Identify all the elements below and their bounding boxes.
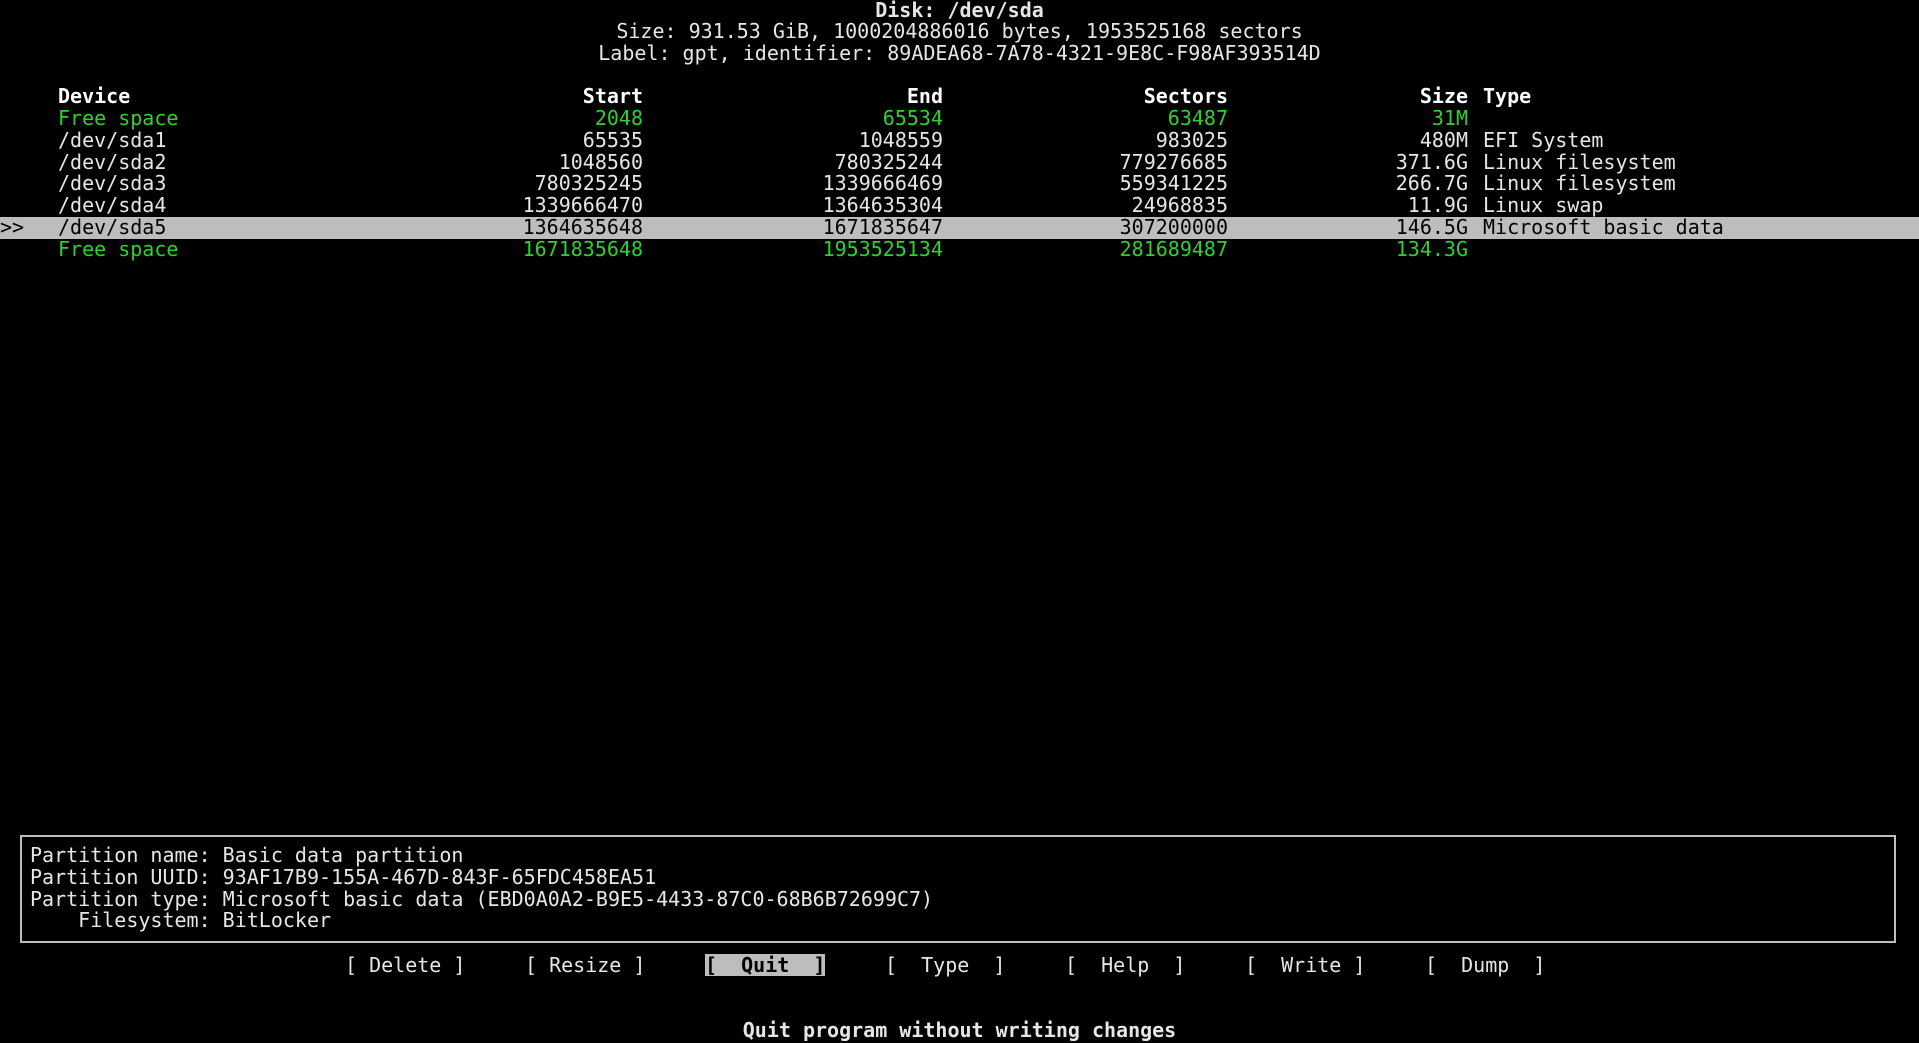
row-start: 1364635648: [522, 215, 643, 239]
partition-row-free-space-2[interactable]: Free space 1671835648 1953525134 2816894…: [0, 237, 1919, 261]
partition-filesystem: Filesystem: BitLocker: [30, 908, 332, 932]
row-type: Linux swap: [1483, 193, 1604, 217]
row-size: 11.9G: [1407, 193, 1468, 217]
disk-size-info: Size: 931.53 GiB, 1000204886016 bytes, 1…: [616, 19, 1303, 43]
row-sectors: 307200000: [1119, 215, 1228, 239]
table-header: Device Start End Sectors Size Type: [0, 84, 1919, 108]
row-size: 146.5G: [1395, 215, 1468, 239]
row-start: 780325245: [534, 171, 643, 195]
selection-cursor: >>: [0, 215, 25, 239]
row-size: 31M: [1431, 106, 1468, 130]
disk-label-info: Label: gpt, identifier: 89ADEA68-7A78-43…: [598, 41, 1321, 65]
row-start: 1339666470: [522, 193, 643, 217]
type-button[interactable]: [ Type ]: [885, 954, 1005, 976]
row-sectors: 24968835: [1131, 193, 1228, 217]
partition-uuid: Partition UUID: 93AF17B9-155A-467D-843F-…: [30, 865, 657, 889]
row-type: Microsoft basic data: [1483, 215, 1724, 239]
row-sectors: 281689487: [1119, 237, 1228, 261]
partition-row-sda1[interactable]: /dev/sda1 65535 1048559 983025 480M EFI …: [0, 128, 1919, 152]
partition-info-box: Partition name: Basic data partition Par…: [20, 835, 1896, 943]
column-size: Size: [1419, 84, 1468, 108]
delete-button[interactable]: [ Delete ]: [345, 954, 465, 976]
column-type: Type: [1483, 84, 1532, 108]
row-sectors: 983025: [1155, 128, 1228, 152]
action-menu: [ Delete ] [ Resize ] [ Quit ] [ Type ] …: [0, 954, 1919, 978]
row-sectors: 559341225: [1119, 171, 1228, 195]
column-end: End: [906, 84, 943, 108]
row-size: 266.7G: [1395, 171, 1468, 195]
row-end: 1953525134: [822, 237, 943, 261]
row-size: 134.3G: [1395, 237, 1468, 261]
help-button[interactable]: [ Help ]: [1065, 954, 1185, 976]
partition-row-sda3[interactable]: /dev/sda3 780325245 1339666469 559341225…: [0, 171, 1919, 195]
row-start: 65535: [582, 128, 643, 152]
row-end: 65534: [882, 106, 943, 130]
partition-name: Partition name: Basic data partition: [30, 843, 464, 867]
status-message: Quit program without writing changes: [742, 1018, 1177, 1042]
row-type: EFI System: [1483, 128, 1604, 152]
write-button[interactable]: [ Write ]: [1245, 954, 1365, 976]
partition-row-free-space-1[interactable]: Free space 2048 65534 63487 31M: [0, 106, 1919, 130]
row-end: 1048559: [858, 128, 943, 152]
quit-button[interactable]: [ Quit ]: [705, 954, 826, 976]
row-start: 2048: [594, 106, 643, 130]
row-size: 480M: [1419, 128, 1468, 152]
row-end: 1364635304: [822, 193, 943, 217]
column-start: Start: [582, 84, 643, 108]
row-end: 1671835647: [822, 215, 943, 239]
row-end: 1339666469: [822, 171, 943, 195]
row-start: 1671835648: [522, 237, 643, 261]
column-sectors: Sectors: [1143, 84, 1228, 108]
row-type: Linux filesystem: [1483, 171, 1676, 195]
resize-button[interactable]: [ Resize ]: [525, 954, 645, 976]
row-sectors: 63487: [1167, 106, 1228, 130]
partition-row-sda5-selected[interactable]: >> /dev/sda5 1364635648 1671835647 30720…: [0, 215, 1919, 239]
dump-button[interactable]: [ Dump ]: [1425, 954, 1545, 976]
partition-row-sda4[interactable]: /dev/sda4 1339666470 1364635304 24968835…: [0, 193, 1919, 217]
